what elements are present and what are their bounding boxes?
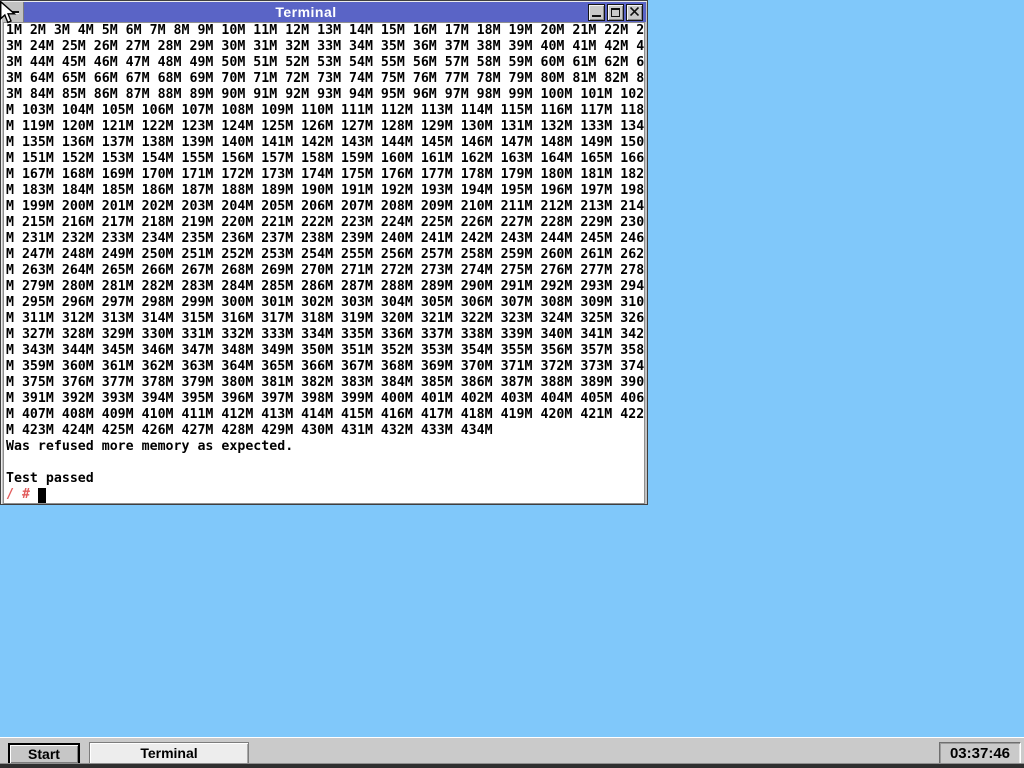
titlebar-buttons bbox=[588, 4, 646, 21]
mouse-pointer-icon bbox=[0, 1, 17, 30]
titlebar[interactable]: Terminal bbox=[2, 2, 646, 22]
close-icon bbox=[630, 3, 639, 21]
close-button[interactable] bbox=[626, 4, 643, 21]
minimize-button[interactable] bbox=[588, 4, 605, 21]
desktop: { "colors": { "desktop": "#80c8fa", "tit… bbox=[0, 0, 1024, 768]
taskbar-clock: 03:37:46 bbox=[939, 742, 1021, 765]
terminal-output: 1M 2M 3M 4M 5M 6M 7M 8M 9M 10M 11M 12M 1… bbox=[4, 23, 644, 487]
window-title: Terminal bbox=[24, 4, 588, 20]
titlebar-main: Terminal bbox=[24, 2, 646, 22]
terminal-cursor bbox=[38, 488, 46, 503]
taskbar-item-terminal[interactable]: Terminal bbox=[89, 742, 249, 765]
maximize-button[interactable] bbox=[607, 4, 624, 21]
start-button[interactable]: Start bbox=[8, 743, 80, 765]
taskbar: Start Terminal 03:37:46 bbox=[0, 737, 1024, 768]
maximize-icon bbox=[611, 8, 620, 17]
minimize-icon bbox=[592, 15, 601, 17]
terminal-screen[interactable]: 1M 2M 3M 4M 5M 6M 7M 8M 9M 10M 11M 12M 1… bbox=[3, 22, 645, 504]
terminal-prompt-line: / # bbox=[4, 487, 644, 503]
shell-prompt: / # bbox=[6, 487, 30, 503]
screen-bottom-edge bbox=[0, 764, 1024, 768]
terminal-window: Terminal 1M 2M 3M 4M 5M 6M 7M 8M 9M 10M … bbox=[0, 0, 648, 505]
